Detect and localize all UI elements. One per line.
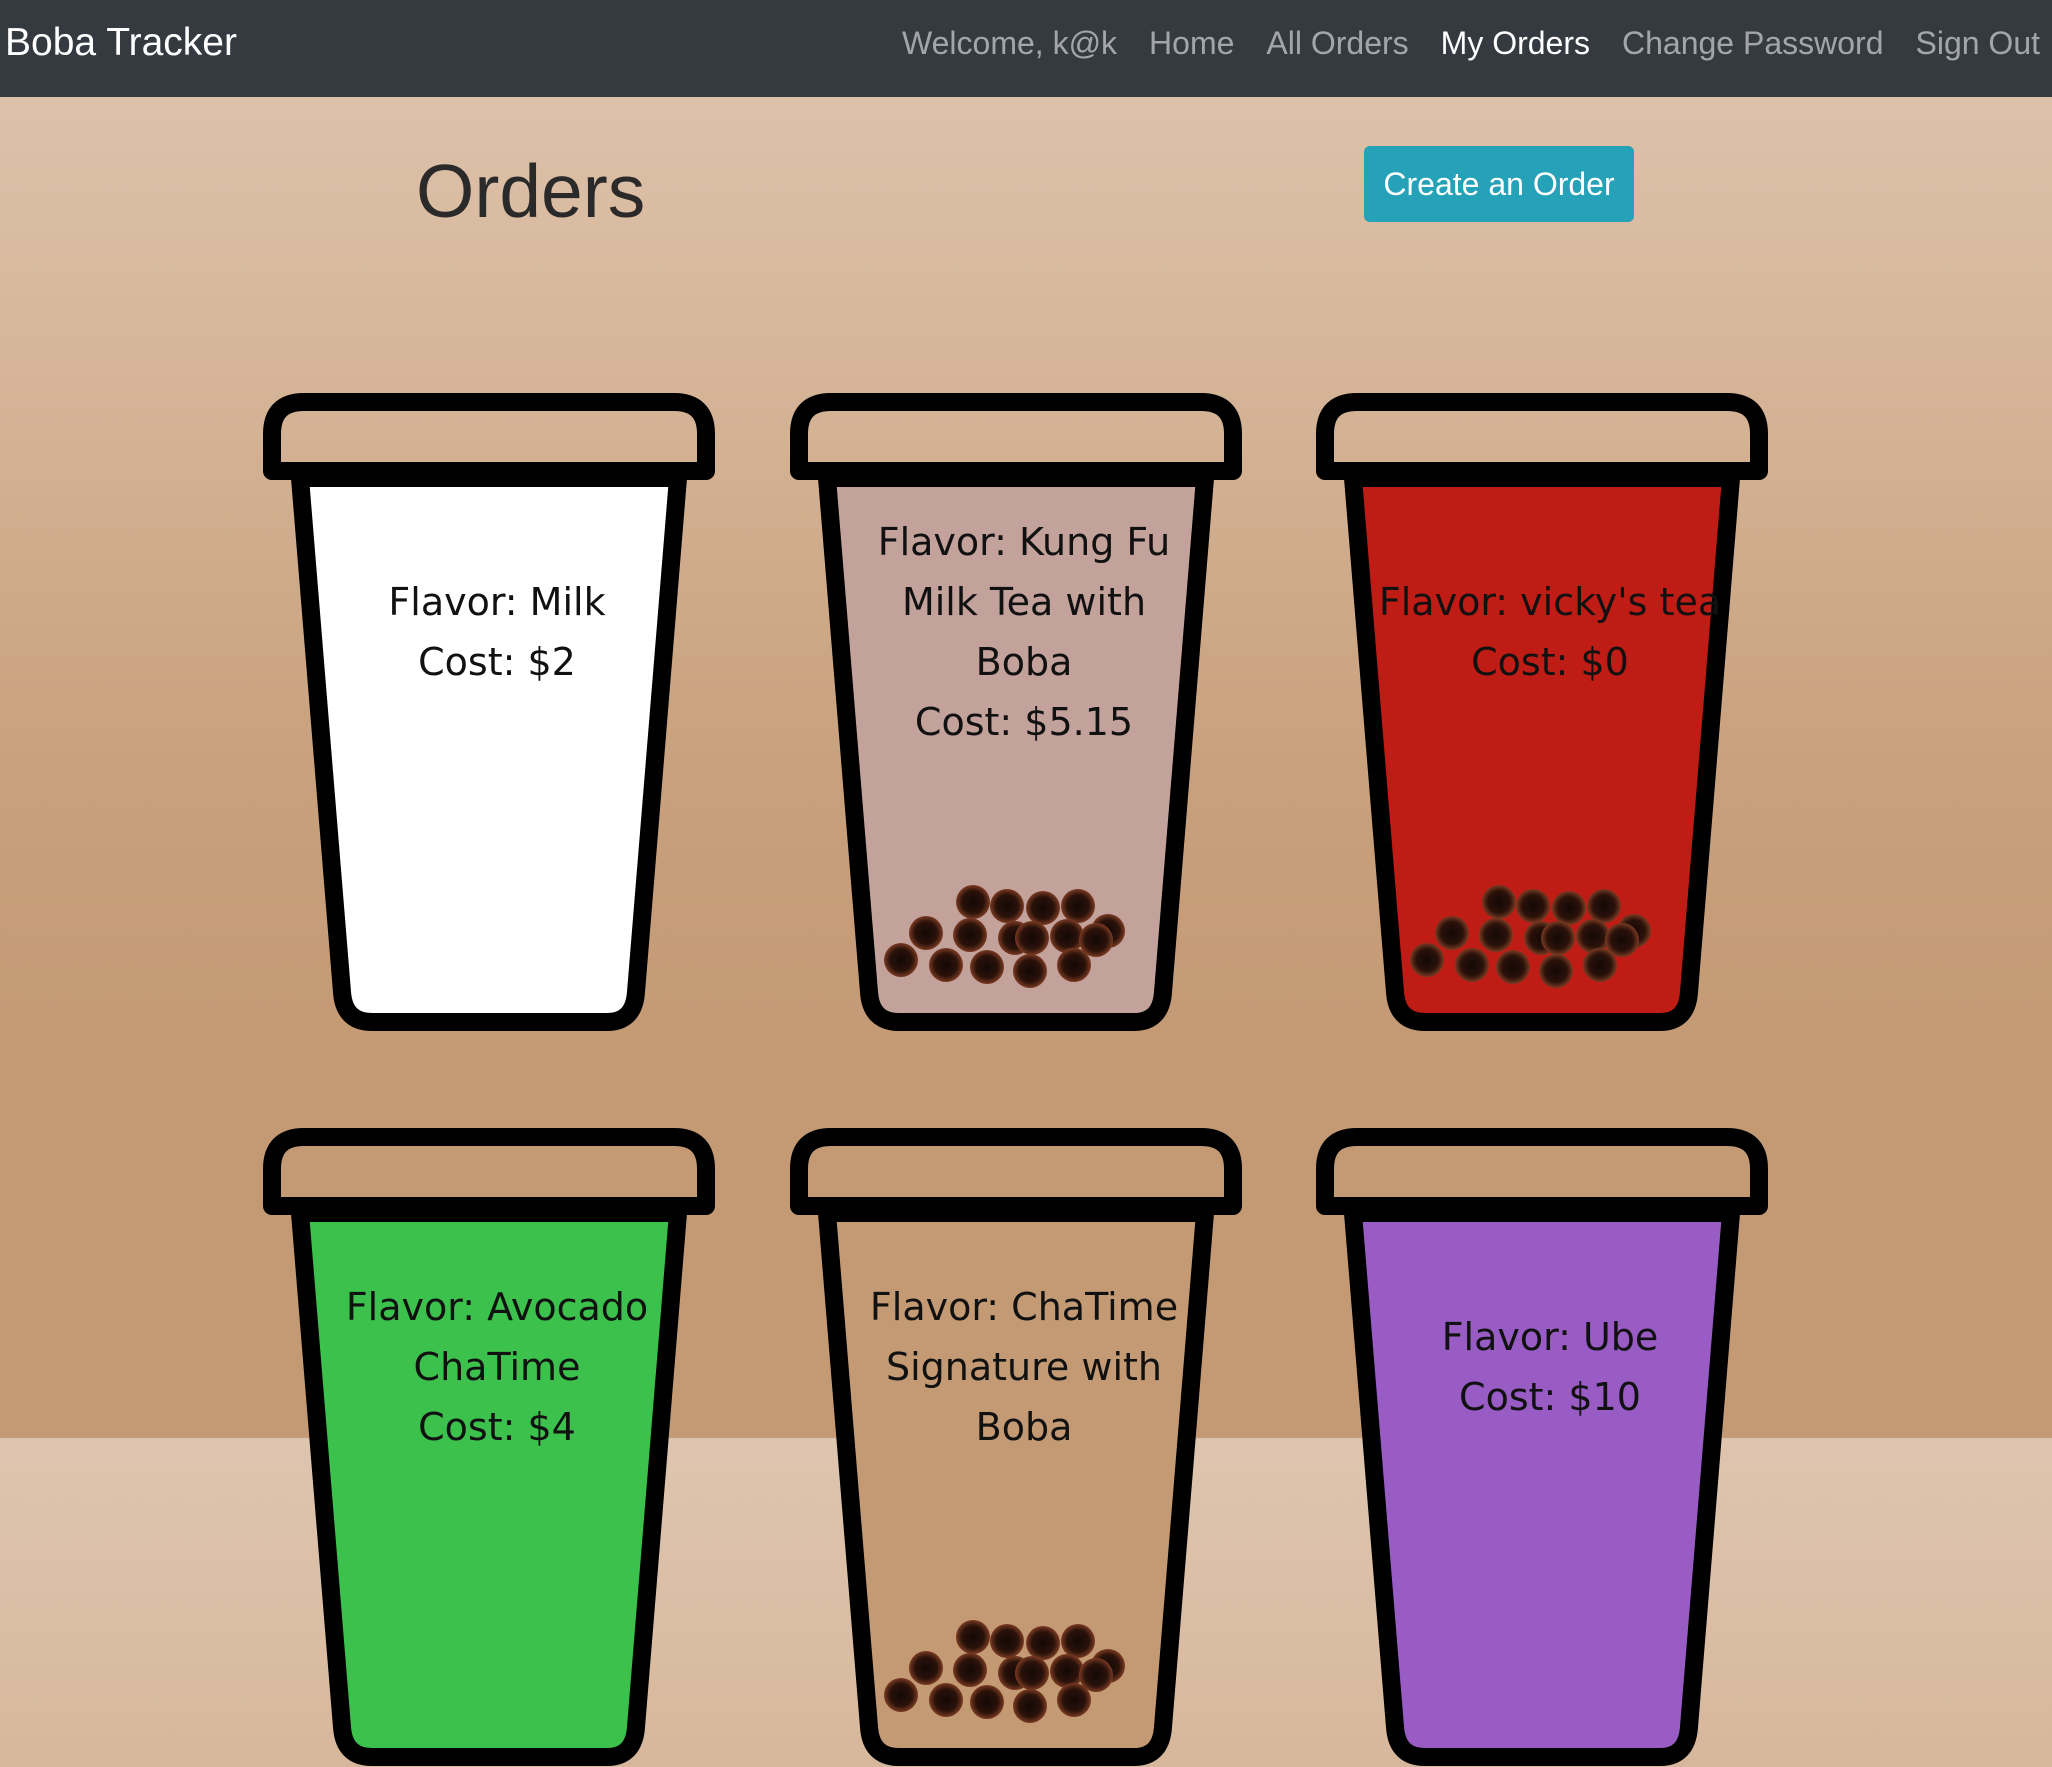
boba-pearl	[1079, 1658, 1113, 1692]
order-flavor: Flavor: Avocado ChaTime	[345, 1285, 649, 1389]
boba-pearl	[1026, 1626, 1060, 1660]
nav-change-password-link[interactable]: Change Password	[1622, 25, 1883, 62]
boba-pearl	[1050, 919, 1084, 953]
order-cup[interactable]: Flavor: ChaTime Signature with Boba	[789, 1127, 1259, 1767]
boba-pearl	[1026, 891, 1060, 925]
boba-pearl	[1013, 954, 1047, 988]
boba-pearl	[1496, 950, 1530, 984]
nav-sign-out-link[interactable]: Sign Out	[1915, 25, 2040, 62]
welcome-text: Welcome, k@k	[902, 24, 1118, 61]
order-flavor: Flavor: vicky's tea	[1378, 580, 1722, 624]
nav-my-orders-link[interactable]: My Orders	[1441, 25, 1590, 62]
boba-pearl	[1435, 916, 1469, 950]
boba-pearl	[1410, 943, 1444, 977]
boba-pearl	[1061, 1624, 1095, 1658]
create-order-button[interactable]: Create an Order	[1364, 146, 1634, 222]
boba-pearl	[884, 943, 918, 977]
boba-pearl	[1455, 948, 1489, 982]
boba-pearl	[1482, 885, 1516, 919]
order-info: Flavor: Ube Cost: $10	[1315, 1307, 1785, 1427]
order-flavor: Flavor: ChaTime Signature with Boba	[869, 1285, 1179, 1449]
cup-icon	[263, 393, 715, 1031]
order-cup[interactable]: Flavor: Milk Cost: $2	[262, 392, 732, 1032]
boba-pearl	[884, 1678, 918, 1712]
nav-links: Welcome, k@k Home All Orders My Orders C…	[902, 0, 2040, 86]
boba-pearl	[990, 1624, 1024, 1658]
boba-pearl	[929, 948, 963, 982]
order-info: Flavor: Avocado ChaTime Cost: $4	[262, 1277, 732, 1457]
boba-pearl	[970, 1685, 1004, 1719]
cup-icon	[1316, 1128, 1768, 1766]
boba-pearl	[1061, 889, 1095, 923]
boba-pearl	[1605, 923, 1639, 957]
boba-pearl	[956, 1620, 990, 1654]
order-cup[interactable]: Flavor: vicky's tea Cost: $0	[1315, 392, 1785, 1032]
boba-pearl	[909, 916, 943, 950]
order-cup[interactable]: Flavor: Ube Cost: $10	[1315, 1127, 1785, 1767]
boba-pearl	[1516, 889, 1550, 923]
order-cost: Cost: $4	[418, 1405, 576, 1449]
order-cup[interactable]: Flavor: Kung Fu Milk Tea with Boba Cost: …	[789, 392, 1259, 1032]
boba-pearl	[1079, 923, 1113, 957]
boba-pearl	[970, 950, 1004, 984]
navbar: Boba Tracker Welcome, k@k Home All Order…	[0, 0, 2052, 97]
order-info: Flavor: ChaTime Signature with Boba	[789, 1277, 1259, 1457]
page-title: Orders	[416, 149, 646, 233]
boba-pearl	[956, 885, 990, 919]
boba-pearl	[1013, 1689, 1047, 1723]
order-info: Flavor: vicky's tea Cost: $0	[1315, 572, 1785, 692]
boba-pearl	[953, 918, 987, 952]
nav-home-link[interactable]: Home	[1149, 25, 1234, 62]
boba-pearl	[1552, 891, 1586, 925]
boba-pearl	[1587, 889, 1621, 923]
boba-pearl	[1576, 919, 1610, 953]
order-cost: Cost: $2	[418, 640, 576, 684]
order-cost: Cost: $0	[1471, 640, 1629, 684]
boba-pearl	[1050, 1654, 1084, 1688]
nav-all-orders-link[interactable]: All Orders	[1266, 25, 1408, 62]
boba-pearl	[1479, 918, 1513, 952]
order-flavor: Flavor: Kung Fu Milk Tea with Boba	[877, 520, 1171, 684]
boba-pearl	[929, 1683, 963, 1717]
boba-pearl	[1015, 1656, 1049, 1690]
order-cup[interactable]: Flavor: Avocado ChaTime Cost: $4	[262, 1127, 732, 1767]
boba-pearl	[953, 1653, 987, 1687]
order-info: Flavor: Milk Cost: $2	[262, 572, 732, 692]
boba-pearl	[1015, 921, 1049, 955]
cup-icon	[1316, 393, 1768, 1031]
order-flavor: Flavor: Milk	[388, 580, 606, 624]
brand-logo[interactable]: Boba Tracker	[5, 0, 237, 86]
order-info: Flavor: Kung Fu Milk Tea with Boba Cost: …	[789, 512, 1259, 752]
boba-pearl	[1539, 954, 1573, 988]
order-cost: Cost: $5.15	[914, 700, 1134, 744]
order-flavor: Flavor: Ube	[1441, 1315, 1659, 1359]
boba-pearl	[990, 889, 1024, 923]
order-cost: Cost: $10	[1459, 1375, 1641, 1419]
boba-pearl	[909, 1651, 943, 1685]
boba-pearl	[1541, 921, 1575, 955]
